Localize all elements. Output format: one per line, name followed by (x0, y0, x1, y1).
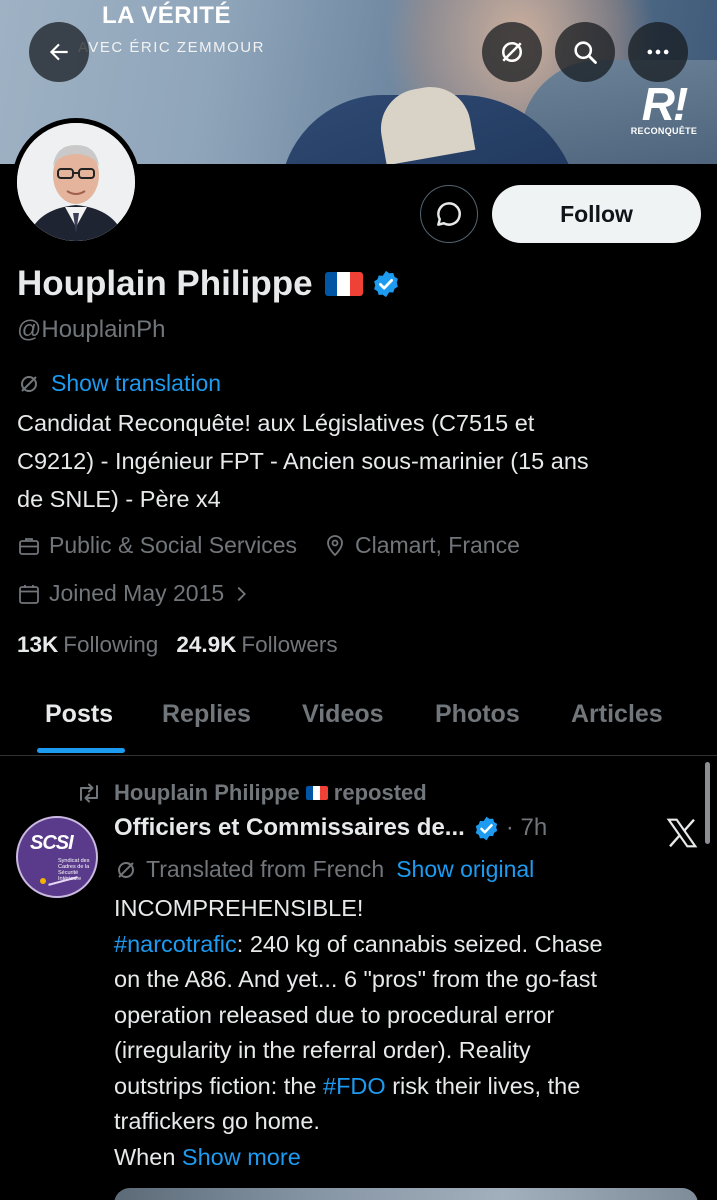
post-line: #narcotrafic: 240 kg of cannabis seized.… (114, 927, 704, 963)
back-button[interactable] (29, 22, 89, 82)
bio-line: C9212) - Ingénieur FPT - Ancien sous-mar… (17, 448, 589, 474)
search-button[interactable] (555, 22, 615, 82)
avatar-portrait (17, 123, 135, 241)
more-button[interactable] (628, 22, 688, 82)
post-author-name[interactable]: Officiers et Commissaires de... (114, 814, 465, 842)
followers-label: Followers (241, 632, 338, 657)
show-original-link[interactable]: Show original (396, 856, 534, 883)
post-text-span: risk their lives, the (385, 1072, 581, 1099)
avatar-acronym: SCSI (30, 832, 74, 854)
calendar-icon (19, 584, 39, 604)
tab-replies[interactable]: Replies (162, 700, 251, 729)
location-label: Clamart, France (355, 532, 520, 558)
message-button[interactable] (420, 185, 478, 243)
post-header: Officiers et Commissaires de... · 7h (114, 814, 547, 842)
profile-bio: Candidat Reconquête! aux Législatives (C… (17, 404, 707, 518)
post-media-preview[interactable] (114, 1188, 698, 1200)
following-link[interactable]: 13K Following (17, 632, 158, 658)
french-flag-icon (324, 272, 363, 296)
search-icon (574, 41, 597, 64)
tab-photos[interactable]: Photos (435, 700, 520, 729)
french-flag-icon (305, 786, 328, 800)
show-more-link[interactable]: Show more (182, 1144, 301, 1170)
joined-label: Joined May 2015 (49, 580, 225, 606)
translation-notice: Translated from French Show original (114, 856, 534, 883)
profile-name-row: Houplain Philippe (17, 264, 401, 304)
verified-badge-icon[interactable] (371, 269, 401, 299)
scrollbar[interactable] (705, 762, 710, 844)
profile-name: Houplain Philippe (17, 264, 313, 303)
logo-word: RECONQUÊTE (630, 126, 698, 136)
hashtag-link[interactable]: #FDO (323, 1073, 386, 1099)
post-time: · 7h (505, 814, 548, 841)
show-translation-link[interactable]: Show translation (17, 370, 221, 397)
reposter-name: Houplain Philippe (114, 780, 300, 805)
tab-posts[interactable]: Posts (45, 700, 113, 729)
post-text: INCOMPREHENSIBLE! #narcotrafic: 240 kg o… (114, 891, 704, 1175)
following-count: 13K (17, 632, 59, 657)
translate-icon (118, 861, 134, 878)
profile-meta: Public & Social Services Clamart, France (17, 532, 546, 559)
logo-mark: R! (641, 78, 689, 130)
active-tab-indicator (37, 748, 125, 753)
followers-count: 24.9K (176, 632, 237, 657)
reposted-label: reposted (333, 780, 427, 805)
avatar-dot (40, 878, 46, 884)
verified-badge-icon (475, 816, 497, 840)
profile-location: Clamart, France (323, 532, 520, 559)
message-icon (437, 202, 461, 226)
post-line: traffickers go home. (114, 1108, 320, 1134)
profile-category: Public & Social Services (17, 532, 297, 559)
follow-stats: 13K Following 24.9K Followers (17, 632, 356, 658)
avatar-photo (17, 123, 135, 241)
following-label: Following (63, 632, 159, 657)
more-icon (647, 49, 669, 55)
post-text-span: When (114, 1143, 182, 1170)
follow-button[interactable]: Follow (492, 185, 701, 243)
post-text-span: outstrips fiction: the (114, 1072, 323, 1099)
hashtag-link[interactable]: #narcotrafic (114, 931, 237, 957)
post-line: INCOMPREHENSIBLE! (114, 895, 364, 921)
profile-joined[interactable]: Joined May 2015 (17, 580, 260, 607)
translate-icon (502, 42, 522, 62)
bio-line: Candidat Reconquête! aux Législatives (C… (17, 410, 535, 436)
tab-articles[interactable]: Articles (571, 700, 663, 729)
show-translation-label: Show translation (51, 370, 222, 396)
bio-line: de SNLE) - Père x4 (17, 486, 221, 512)
profile-tabs: Posts Replies Videos Photos Articles (0, 696, 717, 756)
reconquete-logo: R! RECONQUÊTE (626, 78, 702, 136)
post-line: When Show more (114, 1140, 704, 1176)
translate-button[interactable] (482, 22, 542, 82)
repost-context[interactable]: Houplain Philippe reposted (76, 780, 427, 806)
followers-link[interactable]: 24.9K Followers (176, 632, 337, 658)
post-author-avatar[interactable]: SCSI Syndicat des Cadres de la Sécurité … (16, 816, 98, 898)
tab-videos[interactable]: Videos (302, 700, 384, 729)
category-label: Public & Social Services (49, 532, 297, 558)
translated-label: Translated from French (146, 856, 385, 882)
post-text-span: : 240 kg of cannabis seized. Chase (236, 930, 603, 957)
location-pin-icon (327, 534, 343, 556)
profile-avatar[interactable] (12, 118, 140, 246)
post-line: (irregularity in the referral order). Re… (114, 1037, 531, 1063)
post-line: on the A86. And yet... 6 "pros" from the… (114, 966, 598, 992)
banner-title: LA VÉRITÉ (102, 2, 231, 29)
back-arrow-icon (49, 43, 68, 61)
banner-subtitle: AVEC ÉRIC ZEMMOUR (78, 39, 265, 56)
chevron-right-icon (237, 586, 247, 601)
briefcase-icon (19, 537, 39, 555)
repost-icon (80, 783, 98, 803)
translate-icon (21, 375, 37, 392)
profile-handle: @HouplainPh (17, 316, 166, 343)
x-logo-icon (666, 818, 698, 848)
post-line: operation released due to procedural err… (114, 1001, 555, 1028)
post-line: outstrips fiction: the #FDO risk their l… (114, 1069, 704, 1105)
